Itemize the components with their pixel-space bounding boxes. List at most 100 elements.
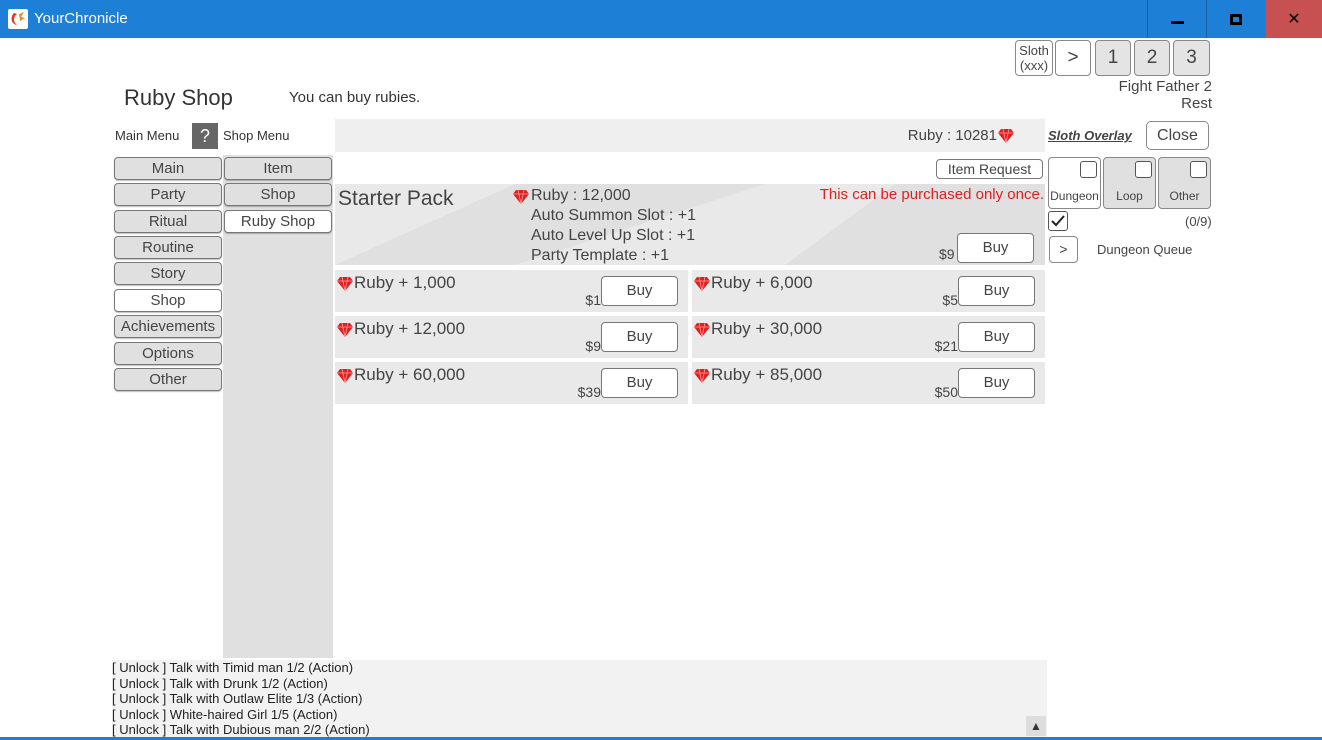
ruby-package-price: $1 [585, 292, 601, 308]
menu-achievements[interactable]: Achievements [114, 315, 222, 338]
close-window-button[interactable]: ✕ [1266, 0, 1322, 38]
ruby-balance: Ruby : 10281 [908, 127, 1015, 144]
ruby-package-label: Ruby + 85,000 [693, 365, 822, 385]
shop-menu-shop[interactable]: Shop [224, 183, 332, 206]
ruby-gem-icon [337, 322, 353, 337]
menu-story[interactable]: Story [114, 262, 222, 285]
menu-shop[interactable]: Shop [114, 289, 222, 312]
page-title: Ruby Shop [124, 85, 233, 110]
page-3-button[interactable]: 3 [1173, 40, 1210, 76]
loop-filter-checkbox[interactable] [1135, 161, 1152, 178]
help-button[interactable]: ? [192, 123, 218, 149]
ruby-package-buy-button[interactable]: Buy [601, 322, 678, 352]
ruby-gem-icon [694, 276, 710, 291]
loop-filter-toggle[interactable]: Loop [1103, 157, 1156, 209]
shop-menu-item[interactable]: Item [224, 157, 332, 180]
shop-menu-label: Shop Menu [223, 128, 290, 143]
activity-state: Rest [1181, 95, 1212, 112]
ruby-package-price: $50 [934, 384, 958, 400]
other-filter-toggle[interactable]: Other [1158, 157, 1211, 209]
dungeon-queue-label: Dungeon Queue [1097, 242, 1193, 257]
starter-pack-line: Party Template : +1 [531, 247, 669, 264]
page-description: You can buy rubies. [289, 89, 421, 106]
log-entry: [ Unlock ] White-haired Girl 1/5 (Action… [112, 706, 338, 722]
filter-enable-checkbox[interactable] [1048, 211, 1068, 231]
ruby-gem-icon [694, 368, 710, 383]
other-filter-checkbox[interactable] [1190, 161, 1207, 178]
ruby-package-price: $5 [942, 292, 958, 308]
ruby-package-card: Ruby + 60,000 $39 Buy [335, 362, 688, 404]
ruby-gem-icon [337, 368, 353, 383]
ruby-balance-text: Ruby : 10281 [907, 127, 997, 144]
ruby-package-price: $39 [577, 384, 601, 400]
sloth-sub-label: (xxx) [1019, 58, 1049, 73]
ruby-package-label: Ruby + 1,000 [336, 273, 456, 293]
sloth-overlay-link[interactable]: Sloth Overlay [1048, 128, 1132, 143]
page-2-button[interactable]: 2 [1134, 40, 1170, 76]
ruby-package-label: Ruby + 60,000 [336, 365, 465, 385]
minimize-button[interactable] [1147, 0, 1206, 38]
ruby-gem-icon [998, 128, 1014, 144]
activity-name: Fight Father 2 [1118, 78, 1212, 95]
ruby-package-card: Ruby + 30,000 $21 Buy [692, 316, 1045, 358]
page-1-button[interactable]: 1 [1095, 40, 1131, 76]
ruby-package-amount: Ruby + 12,000 [354, 319, 466, 338]
filter-count: (0/9) [1185, 214, 1212, 229]
dungeon-filter-label: Dungeon [1050, 189, 1099, 203]
ruby-package-card: Ruby + 85,000 $50 Buy [692, 362, 1045, 404]
shop-menu-ruby-shop[interactable]: Ruby Shop [224, 210, 332, 233]
ruby-package-label: Ruby + 12,000 [336, 319, 465, 339]
ruby-package-buy-button[interactable]: Buy [601, 368, 678, 398]
starter-pack-title: Starter Pack [338, 187, 454, 210]
starter-pack-card: Starter Pack Ruby : 12,000 Auto Summon S… [335, 184, 1045, 265]
menu-options[interactable]: Options [114, 342, 222, 365]
ruby-gem-icon [694, 322, 710, 337]
menu-routine[interactable]: Routine [114, 236, 222, 259]
menu-main[interactable]: Main [114, 157, 222, 180]
ruby-package-price: $9 [585, 338, 601, 354]
close-icon: ✕ [1287, 11, 1301, 28]
dungeon-filter-checkbox[interactable] [1080, 161, 1097, 178]
ruby-package-buy-button[interactable]: Buy [958, 276, 1035, 306]
other-filter-label: Other [1169, 189, 1200, 203]
ruby-package-amount: Ruby + 1,000 [354, 273, 456, 292]
sloth-button[interactable]: Sloth (xxx) [1015, 40, 1053, 76]
dungeon-filter-toggle[interactable]: Dungeon [1048, 157, 1101, 209]
ruby-package-amount: Ruby + 85,000 [711, 365, 823, 384]
log-scroll-up-button[interactable]: ▲ [1026, 716, 1046, 736]
ruby-package-buy-button[interactable]: Buy [958, 322, 1035, 352]
maximize-icon [1230, 13, 1242, 25]
ruby-package-amount: Ruby + 6,000 [711, 273, 813, 292]
menu-other[interactable]: Other [114, 368, 222, 391]
title-bar: YourChronicle ✕ [0, 0, 1322, 38]
ruby-package-amount: Ruby + 30,000 [711, 319, 823, 338]
ruby-balance-bar: Ruby : 10281 [335, 119, 1045, 152]
ruby-package-buy-button[interactable]: Buy [958, 368, 1035, 398]
ruby-package-card: Ruby + 12,000 $9 Buy [335, 316, 688, 358]
main-menu-label: Main Menu [115, 128, 180, 143]
maximize-button[interactable] [1206, 0, 1265, 38]
loop-filter-label: Loop [1116, 189, 1143, 203]
ruby-gem-icon [337, 276, 353, 291]
item-request-button[interactable]: Item Request [936, 159, 1043, 179]
next-button[interactable]: > [1055, 40, 1091, 76]
ruby-package-card: Ruby + 1,000 $1 Buy [335, 270, 688, 312]
ruby-package-buy-button[interactable]: Buy [601, 276, 678, 306]
app-logo-icon [8, 9, 28, 29]
close-button[interactable]: Close [1146, 121, 1209, 150]
menu-party[interactable]: Party [114, 183, 222, 206]
purchase-once-warning: This can be purchased only once. [819, 186, 1044, 203]
window-title: YourChronicle [34, 10, 128, 27]
ruby-package-amount: Ruby + 60,000 [354, 365, 466, 384]
checkmark-icon [1051, 215, 1065, 227]
log-entry: [ Unlock ] Talk with Outlaw Elite 1/3 (A… [112, 691, 363, 706]
ruby-package-card: Ruby + 6,000 $5 Buy [692, 270, 1045, 312]
starter-pack-line: Ruby : 12,000 [531, 187, 631, 204]
menu-ritual[interactable]: Ritual [114, 210, 222, 233]
sloth-label: Sloth [1019, 43, 1049, 58]
ruby-package-label: Ruby + 30,000 [693, 319, 822, 339]
dungeon-queue-arrow-button[interactable]: > [1049, 236, 1078, 263]
ruby-package-label: Ruby + 6,000 [693, 273, 813, 293]
log-entry: [ Unlock ] Talk with Drunk 1/2 (Action) [112, 675, 328, 691]
starter-pack-buy-button[interactable]: Buy [957, 233, 1034, 263]
